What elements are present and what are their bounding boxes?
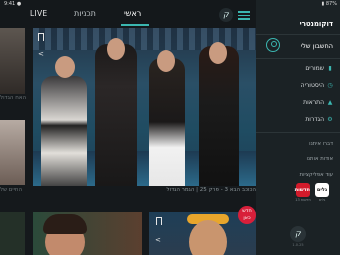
left-thumbnail-2[interactable]	[0, 120, 25, 185]
bell-icon: ▲	[327, 99, 333, 106]
person-4	[199, 46, 239, 186]
channel-logo-icon[interactable]: ק	[219, 8, 233, 22]
share-icon[interactable]: <	[155, 236, 161, 244]
menu-item-notifications[interactable]: ▲התראות	[303, 99, 333, 106]
link-about[interactable]: אודות אותנו	[306, 156, 333, 162]
left-thumbnail-2-caption: החיים של	[0, 187, 23, 193]
bottom-card-left[interactable]	[0, 212, 25, 255]
menu-item-settings[interactable]: ⚙הגדרות	[305, 116, 333, 123]
active-tab-indicator	[121, 24, 149, 26]
person-2	[95, 44, 137, 186]
left-thumbnail-1-caption: האח הגדול	[0, 95, 27, 101]
bookmark-icon[interactable]	[156, 217, 162, 225]
radio-app-caption: גלים	[318, 198, 326, 202]
radio-app-icon[interactable]: גלים	[315, 183, 329, 197]
person-3	[149, 58, 185, 186]
person-1	[41, 76, 87, 186]
left-thumbnail-1[interactable]	[0, 28, 25, 94]
main-content: 9:41 ● LIVE תכניות ראשי ק האח הגדול החיי…	[0, 0, 256, 255]
top-navigation: 9:41 ● LIVE תכניות ראשי ק	[0, 0, 256, 29]
new-badge: חדש כאן	[238, 206, 256, 224]
bottom-card-middle[interactable]	[33, 212, 142, 255]
clock-icon: ◷	[327, 82, 333, 89]
card-hair	[43, 214, 87, 234]
news-app-icon[interactable]: חדשות	[295, 183, 310, 197]
divider	[256, 132, 340, 133]
menu-item-label: היסטוריה	[300, 82, 324, 89]
channel-logo-icon: ק	[290, 226, 306, 242]
status-time: 9:41 ●	[4, 1, 22, 7]
menu-item-saved[interactable]: ▮ שמורים	[305, 65, 333, 72]
app-version: 1.0.25	[292, 243, 304, 247]
bookmark-icon[interactable]	[38, 33, 44, 41]
divider	[256, 58, 340, 59]
share-icon[interactable]: <	[38, 50, 44, 58]
head-2	[107, 38, 125, 60]
account-label: החשבון שלי	[300, 42, 333, 50]
news-app-caption: חדשות 13	[295, 198, 311, 202]
live-button[interactable]: LIVE	[30, 9, 47, 18]
head-4	[209, 42, 227, 64]
menu-item-label: שמורים	[305, 65, 324, 72]
card-face	[189, 220, 227, 255]
link-more-apps[interactable]: עוד אפליקציות	[300, 172, 333, 178]
tab-main[interactable]: ראשי	[124, 9, 141, 18]
bookmark-icon: ▮	[328, 65, 332, 72]
menu-item-history[interactable]: ◷היסטוריה	[301, 82, 333, 89]
tab-shows[interactable]: תכניות	[74, 9, 96, 18]
account-row[interactable]: החשבון שלי	[256, 35, 340, 58]
head-1	[55, 56, 75, 78]
hero-image[interactable]	[33, 28, 256, 186]
user-icon	[266, 38, 280, 52]
gear-icon: ⚙	[327, 116, 333, 123]
hamburger-menu-icon[interactable]	[238, 11, 250, 20]
head-3	[157, 50, 175, 72]
status-bar: 9:41 ●	[0, 0, 256, 8]
menu-item-label: הגדרות	[305, 116, 324, 123]
status-battery: 87% ▮	[321, 1, 337, 7]
side-menu: 87% ▮ דוקומנטרי החשבון שלי ▮ שמורים ◷היסט…	[256, 0, 340, 255]
hero-caption[interactable]: הכוכב הבא 3 - פרק 25 | הגמר הגדול	[33, 187, 256, 193]
menu-item-label: התראות	[303, 99, 324, 106]
side-menu-title: דוקומנטרי	[299, 20, 333, 28]
link-contact[interactable]: דברו איתנו	[309, 141, 333, 147]
